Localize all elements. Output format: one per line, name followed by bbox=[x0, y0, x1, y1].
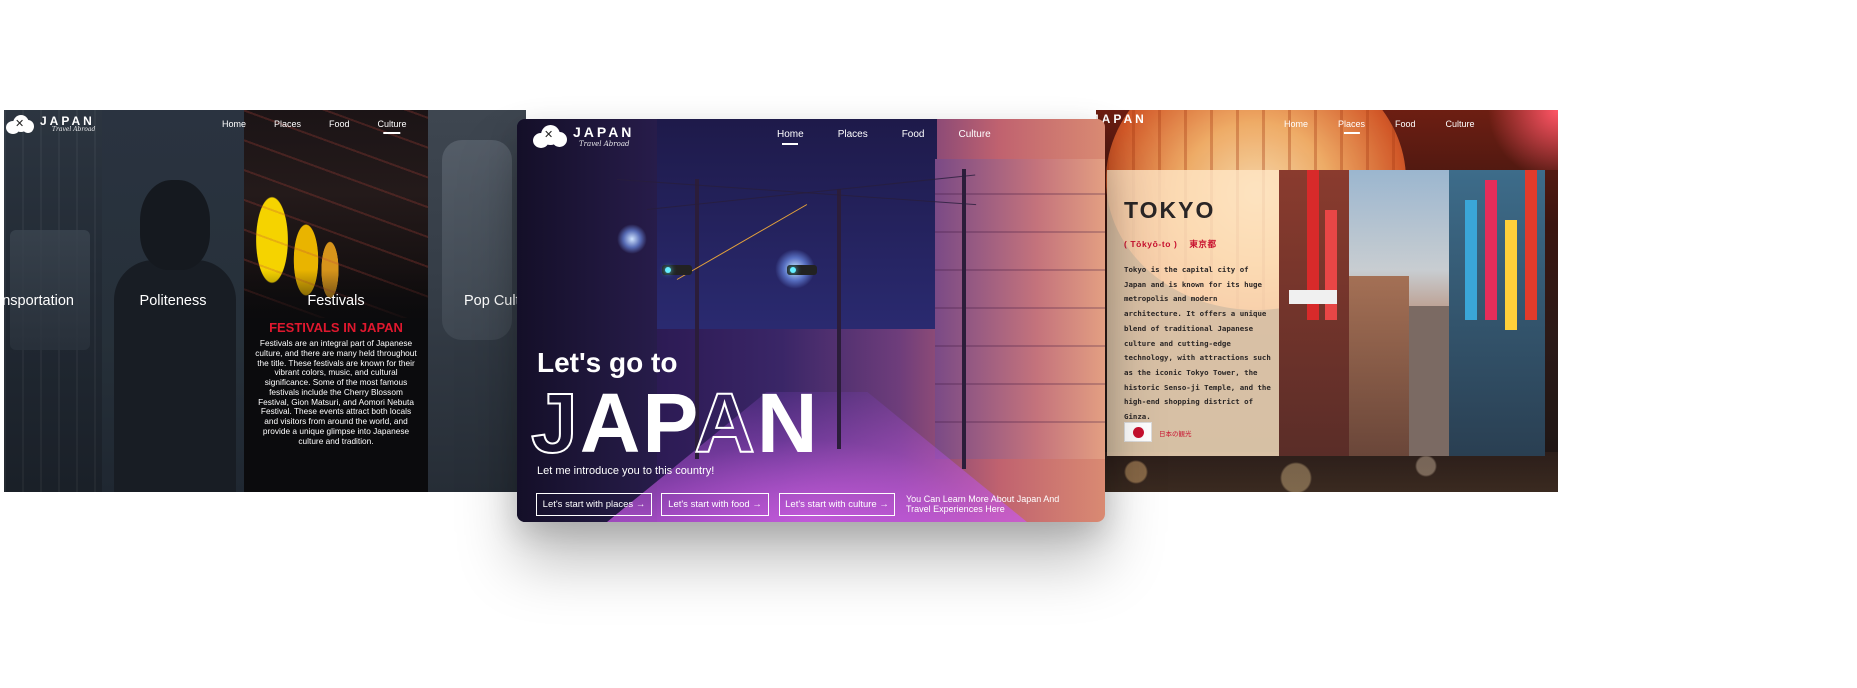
traffic-light bbox=[662, 265, 692, 275]
learn-more-text: You Can Learn More About Japan And Trave… bbox=[906, 494, 1060, 515]
logo-subtitle: Travel Abroad bbox=[52, 126, 96, 133]
hero-letters-solid: N bbox=[756, 376, 820, 470]
culture-page-preview: Transportation Politeness Festivals FEST… bbox=[4, 110, 526, 492]
hero-letters-solid: AP bbox=[579, 376, 695, 470]
strip-festivals[interactable]: Festivals FESTIVALS IN JAPAN Festivals a… bbox=[244, 110, 428, 492]
main-nav: Home Places Food Culture bbox=[1284, 119, 1475, 129]
hero-subheading: Let's go to bbox=[537, 347, 678, 378]
neon-glow bbox=[1478, 110, 1558, 170]
flag-label: 日本の観光 bbox=[1159, 431, 1192, 438]
main-nav: Home Places Food Culture bbox=[777, 129, 991, 140]
nav-culture[interactable]: Culture bbox=[1446, 119, 1475, 129]
night-sky bbox=[637, 119, 937, 329]
city-description: Tokyo is the capital city of Japan and i… bbox=[1124, 265, 1271, 422]
tokyo-street-image bbox=[1279, 170, 1545, 456]
city-subtitle: ( Tōkyō-to ) 東京都 bbox=[1124, 238, 1217, 250]
street-lamp bbox=[617, 224, 647, 254]
strip-label-festivals: Festivals bbox=[307, 293, 365, 309]
main-nav: Home Places Food Culture bbox=[222, 119, 407, 129]
site-logo[interactable]: ✕ JAPAN Travel Abroad bbox=[533, 123, 634, 149]
city-romaji: ( Tōkyō-to ) bbox=[1124, 239, 1178, 249]
nav-home[interactable]: Home bbox=[222, 119, 246, 129]
strip-label-politeness: Politeness bbox=[139, 293, 207, 309]
hero-intro: Let me introduce you to this country! bbox=[537, 465, 715, 477]
cloud-bird-logo-icon: ✕ bbox=[533, 123, 567, 149]
home-page-preview: ✕ JAPAN Travel Abroad Home Places Food C… bbox=[517, 119, 1105, 522]
bowing-person-head bbox=[140, 180, 210, 270]
start-with-food-button[interactable]: Let's start with food → bbox=[661, 493, 769, 516]
nav-places[interactable]: Places bbox=[838, 129, 868, 140]
strip-label-transportation: Transportation bbox=[4, 293, 74, 309]
nav-places[interactable]: Places bbox=[1338, 119, 1365, 129]
logo-title: JAPAN bbox=[573, 123, 635, 140]
nav-food[interactable]: Food bbox=[902, 129, 925, 140]
nav-culture[interactable]: Culture bbox=[959, 129, 991, 140]
hero-heading: JAPAN bbox=[530, 380, 820, 466]
city-info-card: TOKYO ( Tōkyō-to ) 東京都 Tokyo is the capi… bbox=[1107, 170, 1279, 456]
bokeh-background bbox=[1096, 452, 1558, 492]
places-page-preview: TOKYO ( Tōkyō-to ) 東京都 Tokyo is the capi… bbox=[1096, 110, 1558, 492]
utility-pole bbox=[962, 169, 966, 469]
cloud-bird-logo-icon: ✕ bbox=[6, 113, 34, 135]
nav-home[interactable]: Home bbox=[1284, 119, 1308, 129]
gundam-statue-image bbox=[442, 140, 512, 340]
nav-home[interactable]: Home bbox=[777, 129, 804, 140]
site-logo[interactable]: ✕ JAPAN Travel Abroad bbox=[6, 113, 95, 135]
nav-culture[interactable]: Culture bbox=[378, 119, 407, 129]
site-logo-partial[interactable]: JAPAN bbox=[1096, 113, 1147, 125]
nav-food[interactable]: Food bbox=[1395, 119, 1416, 129]
city-kanji: 東京都 bbox=[1189, 239, 1217, 249]
hero-letter-outline: A bbox=[693, 376, 757, 470]
train-image bbox=[10, 230, 90, 350]
utility-pole bbox=[837, 189, 841, 449]
start-with-places-button[interactable]: Let's start with places → bbox=[536, 493, 652, 516]
nav-food[interactable]: Food bbox=[329, 119, 350, 129]
logo-subtitle: Travel Abroad bbox=[579, 139, 630, 148]
city-title: TOKYO bbox=[1124, 197, 1216, 223]
start-with-culture-button[interactable]: Let's start with culture → bbox=[779, 493, 895, 516]
strip-pop-culture[interactable]: Pop Culture bbox=[428, 110, 526, 492]
nav-places[interactable]: Places bbox=[274, 119, 301, 129]
hero-letter-outline: J bbox=[530, 376, 580, 470]
festival-heading: FESTIVALS IN JAPAN bbox=[269, 320, 403, 335]
traffic-light bbox=[787, 265, 817, 275]
strip-transportation[interactable]: Transportation bbox=[4, 110, 102, 492]
strip-politeness[interactable]: Politeness bbox=[102, 110, 244, 492]
japan-flag-icon bbox=[1124, 422, 1152, 442]
festival-description: Festivals are an integral part of Japane… bbox=[255, 338, 417, 446]
